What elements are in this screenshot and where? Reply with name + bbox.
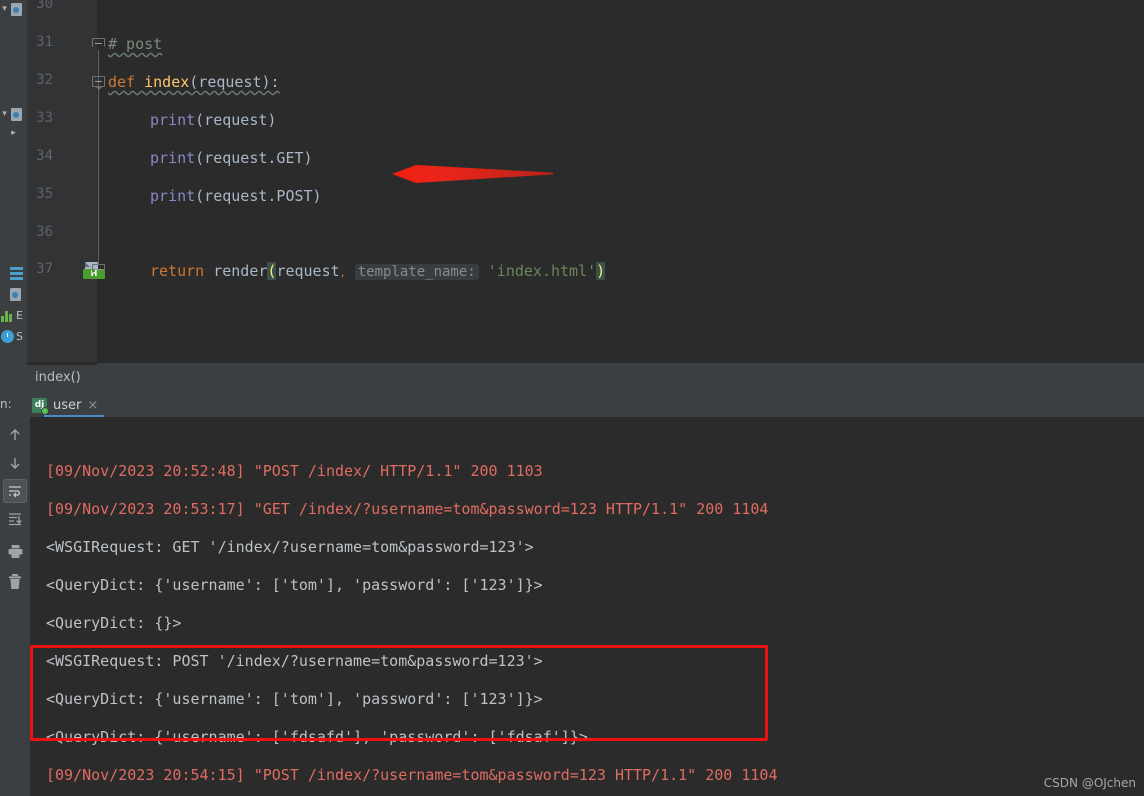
file-icon [11, 3, 22, 16]
project-tree-item[interactable]: ▸ [0, 124, 27, 143]
code-line-34[interactable]: print(request.GET) [150, 149, 313, 168]
project-tool-window-sliver[interactable]: ▾ ▾ ▸ E S [0, 0, 27, 362]
close-icon[interactable]: × [87, 398, 98, 413]
code-token-print-arg: (request.GET) [195, 149, 313, 167]
line-number: 36 [36, 224, 53, 240]
trash-icon[interactable] [3, 569, 27, 593]
run-window-label: n: [0, 397, 12, 411]
code-token-function-name: index [144, 73, 190, 91]
code-token-request-arg: request [276, 262, 340, 280]
soft-wrap-icon[interactable] [3, 479, 27, 503]
breadcrumb[interactable]: index() [35, 370, 81, 385]
fold-marker-comment[interactable] [92, 38, 105, 51]
chevron-right-icon[interactable]: ▸ [9, 129, 18, 138]
console-line-5: <QueryDict: {}> [46, 614, 182, 632]
code-line-35[interactable]: print(request.POST) [150, 187, 322, 206]
code-folding-strip[interactable] [90, 0, 108, 362]
code-token-template-string: 'index.html' [487, 262, 597, 280]
breadcrumb-left-filler [0, 362, 27, 393]
chevron-down-icon[interactable]: ▾ [0, 5, 9, 14]
run-tab-title: user [53, 397, 82, 413]
code-line-31[interactable]: # post [108, 35, 162, 54]
line-number: 35 [36, 186, 53, 202]
watermark: CSDN @OJchen [1043, 776, 1136, 790]
run-tab-bar: n: dj user × [0, 393, 1144, 418]
code-line-32[interactable]: def index(request): [108, 73, 280, 92]
django-icon: dj [32, 397, 49, 415]
post-output-highlight-box [30, 645, 768, 741]
run-tab-user[interactable]: dj user × [26, 393, 104, 417]
console-output[interactable]: [09/Nov/2023 20:52:48] "POST /index/ HTT… [30, 417, 1144, 796]
code-token-close-paren: ) [596, 262, 606, 280]
console-line-4: <QueryDict: {'username': ['tom'], 'passw… [46, 576, 543, 594]
console-line-9: [09/Nov/2023 20:54:15] "POST /index/?use… [46, 766, 778, 784]
project-tree-item-label: E [16, 309, 23, 322]
code-token-def-keyword: def [108, 73, 136, 91]
code-token-print: print [150, 187, 196, 205]
chevron-down-icon[interactable]: ▾ [0, 110, 9, 119]
red-annotation-arrow [390, 160, 555, 188]
database-icon [10, 267, 23, 280]
code-token-print-arg: (request) [195, 111, 277, 129]
breadcrumb-bar[interactable]: index() [27, 362, 1144, 393]
code-line-33[interactable]: print(request) [150, 111, 276, 130]
arrow-up-icon[interactable] [3, 423, 27, 447]
file-icon [11, 108, 22, 121]
editor-gutter[interactable]: 30 31 32 33 34 35 36 37 H [27, 0, 105, 362]
code-token-render-call: render [213, 262, 268, 280]
chart-icon [1, 310, 14, 322]
code-token-signature: (request): [189, 73, 280, 91]
breadcrumb-tab-notch [27, 363, 97, 365]
project-tree-item-label: S [16, 330, 23, 343]
code-token-print-arg: (request.POST) [195, 187, 322, 205]
scroll-to-end-icon[interactable] [3, 507, 27, 531]
line-number: 33 [36, 110, 53, 126]
fold-marker-function[interactable] [92, 76, 105, 90]
ide-window: ▾ ▾ ▸ E S 30 31 32 33 34 35 36 37 H # po… [0, 0, 1144, 796]
code-editor-area: ▾ ▾ ▸ E S 30 31 32 33 34 35 36 37 H # po… [0, 0, 1144, 362]
project-tree-item[interactable] [0, 285, 27, 304]
file-icon [10, 288, 21, 301]
project-tree-item-endpoints[interactable]: E [0, 306, 27, 325]
console-line-3: <WSGIRequest: GET '/index/?username=tom&… [46, 538, 534, 556]
console-toolbar [0, 417, 30, 796]
code-token-comment: # post [108, 35, 163, 53]
code-text[interactable]: # post def index(request): print(request… [108, 0, 1144, 362]
code-token-print: print [150, 111, 196, 129]
code-token-return-keyword: return [150, 262, 205, 280]
line-number: 34 [36, 148, 53, 164]
line-number: 32 [36, 72, 53, 88]
printer-icon[interactable] [3, 539, 27, 563]
console-line-1: [09/Nov/2023 20:52:48] "POST /index/ HTT… [46, 462, 543, 480]
code-line-37[interactable]: return render(request, template_name: 'i… [150, 262, 606, 283]
line-number: 37 [36, 261, 53, 277]
fold-marker-end[interactable] [92, 264, 105, 277]
clock-icon [1, 330, 14, 343]
arrow-down-icon[interactable] [3, 451, 27, 475]
code-token-print: print [150, 149, 196, 167]
project-tree-item-services[interactable]: S [0, 327, 27, 346]
console-line-2: [09/Nov/2023 20:53:17] "GET /index/?user… [46, 500, 769, 518]
line-number: 31 [36, 34, 53, 50]
line-number: 30 [36, 0, 53, 12]
run-tool-window: n: dj user × [09/Nov/2023 20:52:48] "POS… [0, 393, 1144, 796]
inlay-param-hint-template-name: template_name: [354, 264, 479, 280]
